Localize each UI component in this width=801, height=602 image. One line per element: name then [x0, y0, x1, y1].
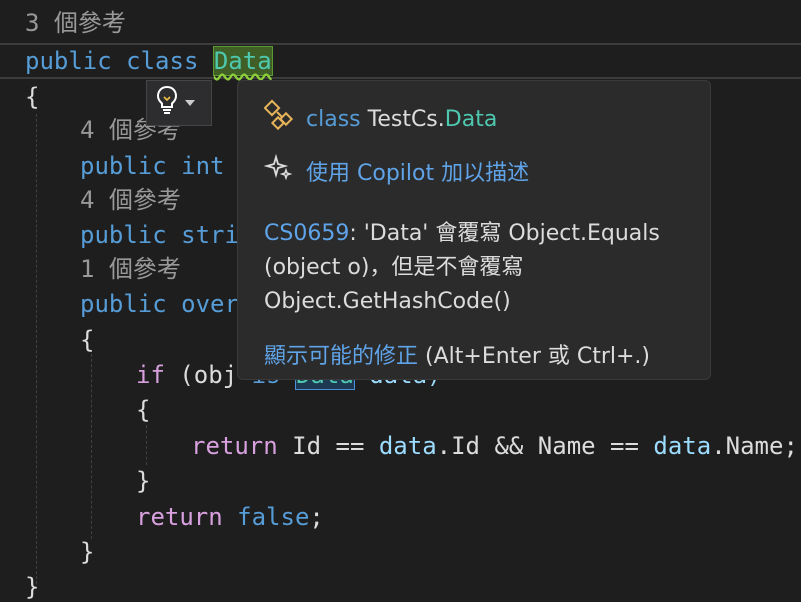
code-line-brace[interactable]: }	[136, 464, 150, 498]
diagnostic-message: CS0659: 'Data' 會覆寫 Object.Equals (object…	[264, 221, 660, 314]
copilot-describe-link[interactable]: 使用 Copilot 加以描述	[263, 153, 529, 189]
code-line-brace[interactable]: }	[80, 535, 94, 569]
indent-guide	[36, 114, 37, 584]
code-line-brace[interactable]: {	[136, 393, 150, 427]
code-line-id-property[interactable]: public int I	[80, 149, 253, 183]
class-name-data[interactable]: Data	[212, 46, 273, 76]
copilot-sparkle-icon	[263, 153, 294, 189]
code-line-class-decl[interactable]: public class Data	[25, 44, 273, 78]
indent-guide	[91, 354, 92, 539]
quickinfo-tooltip: class TestCs. Data 使用 Copilot 加以描述 CS0659…	[237, 80, 711, 380]
code-line-equals-method[interactable]: public overr	[80, 287, 253, 321]
class-symbol-icon	[263, 99, 298, 139]
keyword: public	[25, 47, 112, 75]
code-lens-references[interactable]: 4 個參考	[80, 183, 181, 217]
lightbulb-icon	[155, 85, 179, 121]
code-line-brace[interactable]: {	[25, 80, 39, 114]
code-line-return-false[interactable]: return false;	[136, 500, 324, 534]
code-line-return-compare[interactable]: return Id == data.Id && Name == data.Nam…	[191, 429, 798, 463]
code-lens-references[interactable]: 3 個參考	[25, 6, 126, 40]
code-editor[interactable]: 3 個參考 public class Data { 4 個參考 public i…	[0, 0, 801, 602]
code-lens-references[interactable]: 1 個參考	[80, 252, 181, 286]
code-line-brace[interactable]: {	[80, 323, 94, 357]
show-potential-fixes-link[interactable]: 顯示可能的修正	[264, 344, 418, 369]
show-fixes-row: 顯示可能的修正 (Alt+Enter 或 Ctrl+.)	[264, 344, 651, 369]
chevron-down-icon	[185, 100, 195, 106]
error-code-link[interactable]: CS0659	[264, 221, 349, 246]
code-line-brace[interactable]: }	[25, 570, 39, 602]
keyword: class	[126, 47, 199, 75]
quick-actions-lightbulb[interactable]	[146, 80, 212, 126]
code-line-name-property[interactable]: public strin	[80, 218, 253, 252]
indent-guide	[146, 425, 147, 465]
tooltip-symbol-row: class TestCs. Data	[263, 99, 497, 139]
